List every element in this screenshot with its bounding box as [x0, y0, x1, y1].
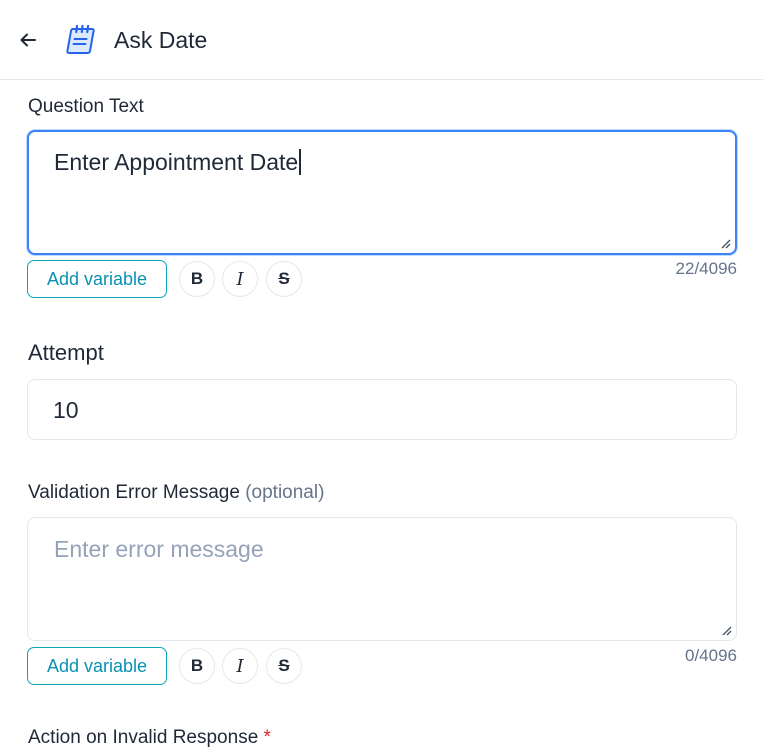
invalid-action-label: Action on Invalid Response * [28, 727, 271, 749]
page-title: Ask Date [114, 27, 208, 53]
italic-button[interactable]: I [222, 261, 258, 297]
question-text-label: Question Text [28, 96, 144, 117]
question-text-input[interactable]: Enter Appointment Date [27, 130, 737, 255]
attempt-input[interactable]: 10 [27, 379, 737, 440]
add-variable-button[interactable]: Add variable [27, 647, 167, 685]
attempt-value: 10 [53, 397, 79, 423]
strikethrough-button[interactable]: S [266, 261, 302, 297]
invalid-action-label-text: Action on Invalid Response [28, 727, 259, 748]
italic-button[interactable]: I [222, 648, 258, 684]
validation-error-input[interactable]: Enter error message [27, 517, 737, 641]
header: Ask Date [0, 0, 763, 80]
question-text-content: Enter Appointment Date [54, 149, 301, 176]
attempt-label: Attempt [28, 340, 104, 365]
strikethrough-button[interactable]: S [266, 648, 302, 684]
optional-tag: (optional) [245, 482, 325, 503]
back-button[interactable] [14, 26, 42, 54]
notepad-icon [64, 22, 100, 58]
validation-error-placeholder: Enter error message [54, 536, 264, 562]
add-variable-button[interactable]: Add variable [27, 260, 167, 298]
text-caret [299, 149, 301, 175]
resize-grip-icon[interactable] [719, 237, 731, 249]
validation-error-label-text: Validation Error Message [28, 482, 240, 503]
question-text-value: Enter Appointment Date [54, 149, 299, 175]
validation-error-label: Validation Error Message (optional) [28, 482, 324, 504]
validation-error-counter: 0/4096 [685, 646, 737, 665]
bold-button[interactable]: B [179, 648, 215, 684]
arrow-left-icon [20, 33, 36, 47]
required-mark: * [263, 727, 271, 748]
bold-button[interactable]: B [179, 261, 215, 297]
resize-grip-icon[interactable] [720, 624, 732, 636]
question-text-counter: 22/4096 [675, 259, 737, 278]
